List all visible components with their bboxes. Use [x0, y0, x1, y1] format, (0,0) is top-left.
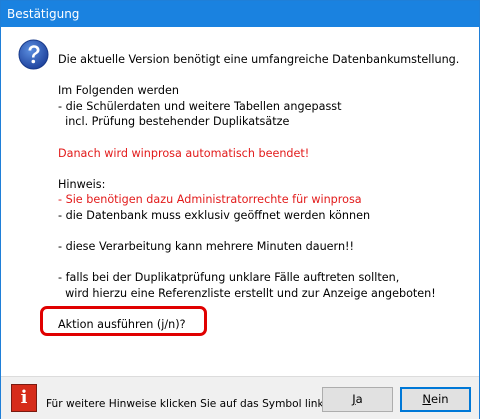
duration-text: - diese Verarbeitung kann mehrere Minute…	[58, 240, 355, 254]
no-mnemonic: N	[422, 392, 432, 406]
no-button[interactable]: Nein	[400, 387, 471, 412]
following-line-2: incl. Prüfung bestehender Duplikatsätze	[58, 115, 290, 129]
duplicate-line-1: - falls bei der Duplikatprüfung unklare …	[58, 271, 400, 285]
window-title: Bestätigung	[7, 7, 80, 21]
intro-text: Die aktuelle Version benötigt eine umfan…	[58, 53, 460, 66]
warning-text: Danach wird winprosa automatisch beendet…	[58, 146, 310, 160]
title-bar: Bestätigung	[1, 1, 479, 27]
hint-line-2: - die Datenbank muss exklusiv geöffnet w…	[58, 208, 371, 222]
following-heading: Im Folgenden werden	[58, 84, 179, 98]
duplicate-line-2: wird hierzu eine Referenzliste erstellt …	[58, 286, 436, 300]
question-icon	[18, 39, 49, 70]
info-button[interactable]: i	[11, 384, 37, 412]
dialog-footer: i Für weitere Hinweise klicken Sie auf d…	[1, 376, 479, 419]
question-highlight-box	[40, 306, 207, 336]
message-body: Die aktuelle Version benötigt eine umfan…	[58, 52, 473, 333]
following-line-1: - die Schülerdaten und weitere Tabellen …	[58, 99, 342, 113]
footer-hint: Für weitere Hinweise klicken Sie auf das…	[46, 398, 330, 410]
no-label-rest: ein	[431, 392, 449, 406]
hint-heading: Hinweis:	[58, 177, 106, 191]
yes-label-rest: a	[355, 392, 363, 406]
confirmation-dialog: Bestätigung Die aktuelle Version benötig…	[0, 0, 480, 419]
hint-line-1: - Sie benötigen dazu Administratorrechte…	[58, 193, 362, 207]
info-icon: i	[20, 387, 28, 408]
yes-button[interactable]: Ja	[322, 387, 393, 412]
